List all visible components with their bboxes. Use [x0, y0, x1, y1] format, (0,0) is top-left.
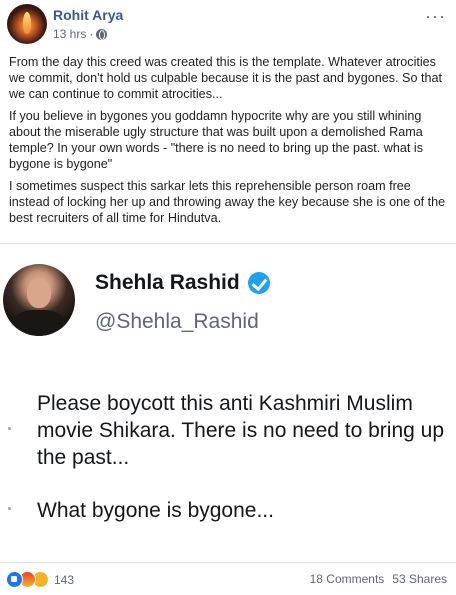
post-footer: 143 18 Comments 53 Shares — [0, 568, 456, 592]
reaction-count: 143 — [54, 572, 75, 587]
tweet-screenshot[interactable]: Shehla Rashid @Shehla_Rashid Please boyc… — [0, 243, 456, 563]
comments-link[interactable]: 18 Comments — [310, 572, 385, 586]
post-meta: 13 hrs · — [53, 27, 108, 41]
like-icon — [6, 571, 23, 588]
more-options-icon[interactable]: ··· — [425, 6, 446, 27]
shares-link[interactable]: 53 Shares — [392, 572, 447, 586]
post-body: From the day this creed was created this… — [9, 54, 449, 232]
post-time[interactable]: 13 hrs — [53, 27, 86, 41]
post-stats: 18 Comments 53 Shares — [310, 572, 447, 586]
tweet-handle: @Shehla_Rashid — [95, 310, 259, 333]
globe-icon[interactable] — [96, 28, 108, 40]
tweet-name-text: Shehla Rashid — [95, 271, 240, 294]
tweet-text-line2: What bygone is bygone... — [37, 499, 274, 522]
flame-icon — [23, 12, 31, 34]
tweet-avatar — [3, 264, 75, 336]
post-paragraph: From the day this creed was created this… — [9, 55, 442, 101]
meta-separator: · — [89, 27, 94, 41]
avatar-face — [27, 278, 51, 308]
avatar-body — [11, 310, 67, 336]
bullet-dot — [8, 507, 11, 510]
tweet-text-line1: Please boycott this anti Kashmiri Muslim… — [37, 392, 445, 469]
bullet-dot — [8, 427, 11, 430]
author-name[interactable]: Rohit Arya — [53, 7, 123, 23]
verified-badge-icon — [247, 272, 270, 294]
author-avatar[interactable] — [7, 4, 47, 44]
reactions-summary[interactable]: 143 — [6, 571, 74, 588]
tweet-display-name: Shehla Rashid — [95, 271, 270, 295]
post-paragraph: If you believe in bygones you goddamn hy… — [9, 109, 423, 171]
post-header: Rohit Arya 13 hrs · ··· — [0, 0, 456, 50]
post-paragraph: I sometimes suspect this sarkar lets thi… — [9, 179, 446, 225]
